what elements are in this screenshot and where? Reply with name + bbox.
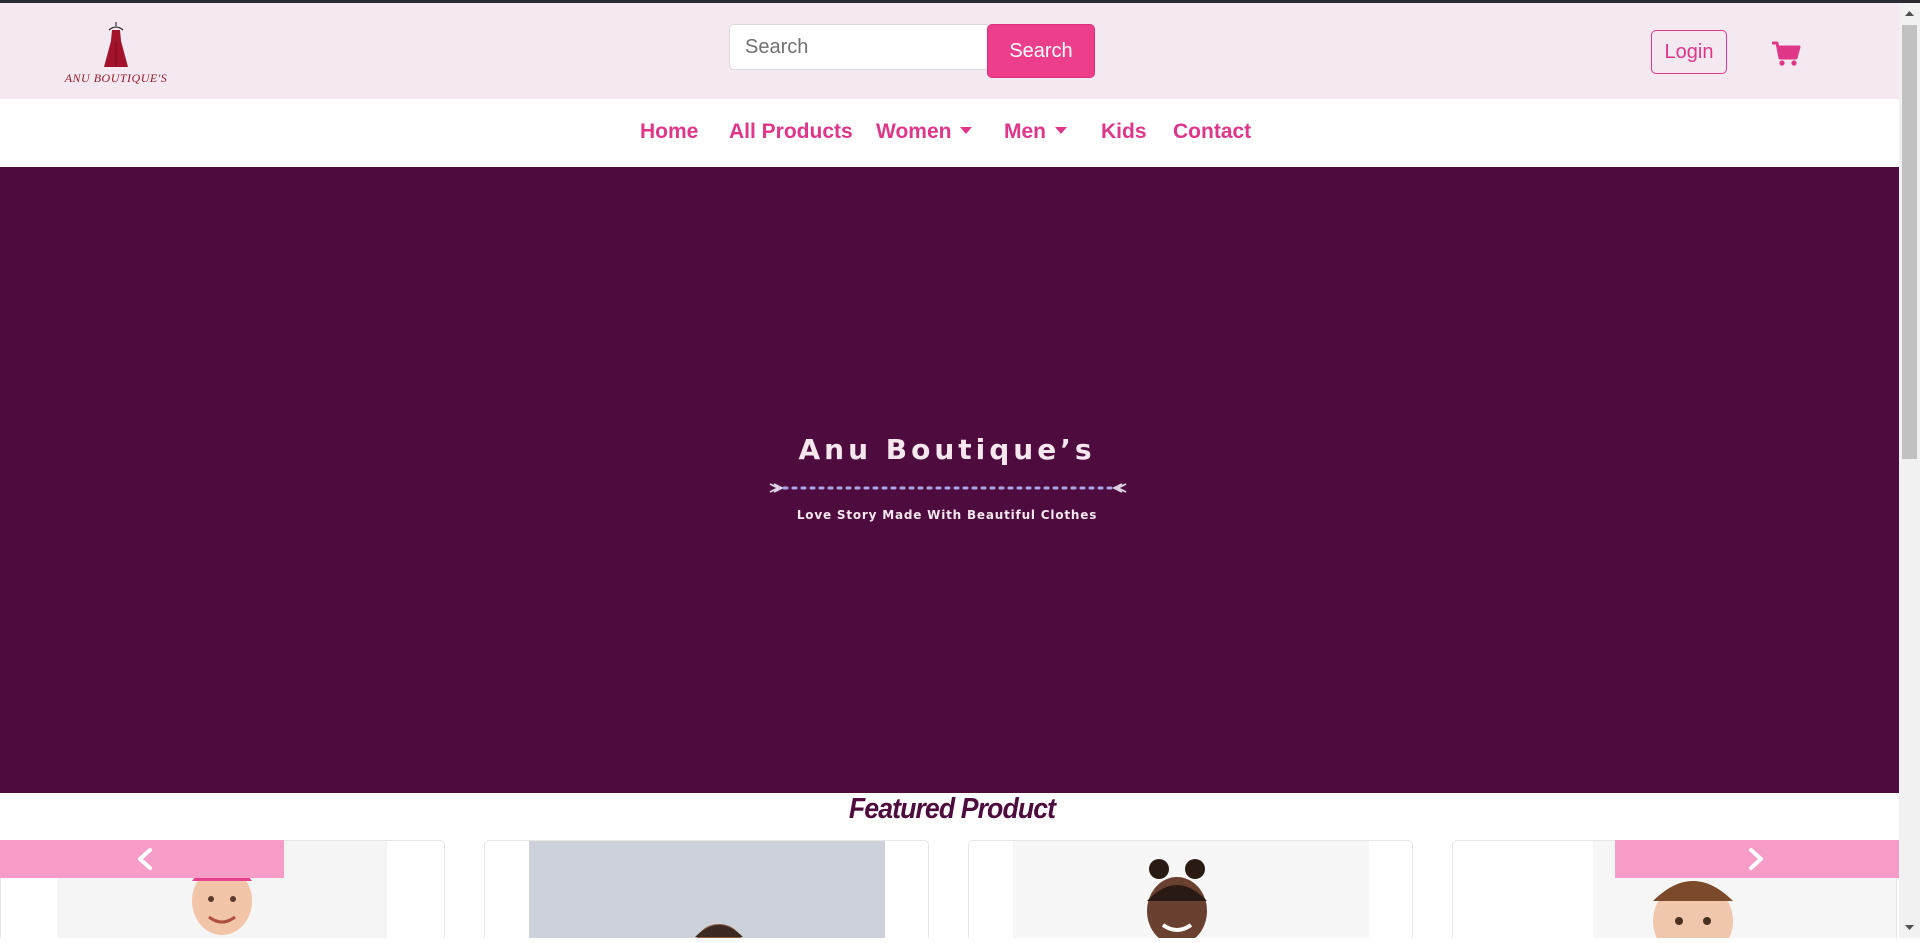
caret-down-icon <box>1055 127 1067 134</box>
shopping-cart-icon[interactable] <box>1771 41 1801 67</box>
product-image <box>1013 841 1369 938</box>
main-navigation: Home All Products Women Men Kids Contact <box>0 99 1899 167</box>
product-card[interactable] <box>968 840 1413 938</box>
caret-down-icon <box>960 127 973 134</box>
nav-item-kids[interactable]: Kids <box>1101 120 1147 144</box>
search-input[interactable] <box>729 24 987 70</box>
decorative-divider-icon <box>769 483 1127 493</box>
nav-item-label: Men <box>1004 120 1046 143</box>
page-viewport: ANU BOUTIQUE'S Search Login Home All Pro… <box>0 3 1899 938</box>
carousel-next-button[interactable] <box>1615 840 1899 878</box>
site-header: ANU BOUTIQUE'S Search Login <box>0 3 1899 99</box>
nav-item-label: Kids <box>1101 120 1147 143</box>
chevron-left-icon <box>138 848 152 870</box>
hero-tagline: Love Story Made With Beautiful Clothes <box>796 508 1098 522</box>
login-button[interactable]: Login <box>1651 30 1727 74</box>
product-card[interactable] <box>484 840 929 938</box>
scroll-down-arrow-icon[interactable] <box>1899 917 1920 938</box>
carousel-prev-button[interactable] <box>0 840 284 878</box>
nav-item-contact[interactable]: Contact <box>1173 120 1251 144</box>
site-logo[interactable]: ANU BOUTIQUE'S <box>58 21 174 85</box>
nav-item-label: All Products <box>729 120 853 143</box>
scrollbar-thumb[interactable] <box>1902 25 1917 459</box>
nav-item-label: Women <box>876 120 952 143</box>
logo-wordmark: ANU BOUTIQUE'S <box>64 71 168 85</box>
hero-title: Anu Boutique’s <box>798 433 1096 466</box>
nav-item-all-products[interactable]: All Products <box>729 120 853 144</box>
nav-item-women[interactable]: Women <box>876 120 973 144</box>
product-image <box>529 841 885 938</box>
chevron-right-icon <box>1749 848 1763 870</box>
vertical-scrollbar[interactable] <box>1899 3 1920 938</box>
nav-item-home[interactable]: Home <box>640 120 698 144</box>
nav-item-men[interactable]: Men <box>1004 120 1067 144</box>
search-button[interactable]: Search <box>987 24 1095 78</box>
scroll-up-arrow-icon[interactable] <box>1899 3 1920 24</box>
hero-banner: Anu Boutique’s Love Story Made With Beau… <box>0 167 1899 793</box>
featured-section-title: Featured Product <box>848 793 1056 825</box>
dress-logo-icon <box>104 22 128 67</box>
nav-item-label: Contact <box>1173 120 1252 143</box>
nav-item-label: Home <box>640 120 699 143</box>
